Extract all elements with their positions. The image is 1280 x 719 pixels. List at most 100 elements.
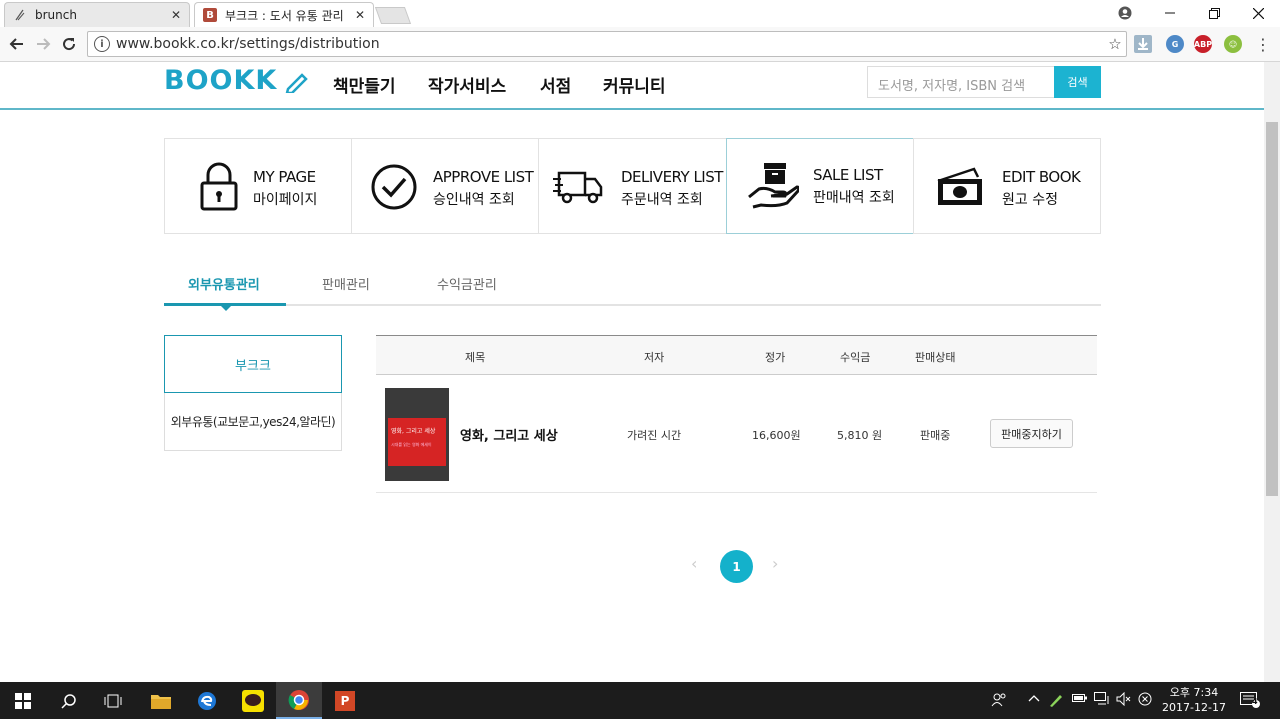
bookk-favicon: B	[203, 8, 217, 22]
close-window-icon[interactable]	[1238, 0, 1278, 26]
powerpoint-icon[interactable]: P	[322, 682, 368, 719]
check-circle-icon	[371, 164, 417, 210]
network-icon[interactable]	[1094, 692, 1110, 710]
download-icon[interactable]	[1134, 35, 1152, 53]
close-tab-icon[interactable]: ✕	[355, 8, 365, 22]
search-button[interactable]: 검색	[1054, 66, 1101, 98]
side-menu-bookk[interactable]: 부크크	[164, 335, 342, 393]
tab-revenue-management[interactable]: 수익금관리	[437, 274, 497, 293]
file-explorer-icon[interactable]	[138, 682, 184, 719]
search-input[interactable]: 도서명, 저자명, ISBN 검색	[867, 66, 1055, 98]
task-view-icon[interactable]	[90, 682, 136, 719]
pencil-icon	[285, 72, 308, 94]
address-bar[interactable]: i www.bookk.co.kr/settings/distribution …	[87, 31, 1127, 57]
menu-en-label: APPROVE LIST	[433, 168, 534, 186]
scrollbar-thumb[interactable]	[1266, 122, 1278, 496]
nav-author-service[interactable]: 작가서비스	[428, 72, 506, 97]
lock-icon	[200, 162, 238, 211]
brunch-favicon	[13, 8, 27, 22]
menu-ko-label: 주문내역 조회	[621, 192, 703, 208]
header-author: 저자	[644, 351, 665, 364]
people-icon[interactable]	[991, 692, 1007, 712]
book-title[interactable]: 영화, 그리고 세상	[460, 425, 558, 444]
table-row: 영화, 그리고 세상 시대를 읽는 영화 에세이 영화, 그리고 세상 가려진 …	[376, 375, 1097, 493]
close-tab-icon[interactable]: ✕	[171, 8, 181, 22]
clock-time: 오후 7:34	[1169, 686, 1219, 699]
taskbar-clock[interactable]: 오후 7:34 2017-12-17	[1158, 685, 1230, 715]
menu-delivery-list[interactable]: DELIVERY LIST 주문내역 조회	[538, 138, 727, 234]
search-icon[interactable]	[46, 682, 92, 719]
nav-make-book[interactable]: 책만들기	[333, 72, 396, 97]
tab-sales-management[interactable]: 판매관리	[322, 274, 370, 293]
truck-icon	[553, 171, 603, 204]
windows-taskbar: P 오후 7:34 2017-12-17 4	[0, 682, 1280, 719]
forward-arrow-icon[interactable]	[32, 33, 54, 55]
page-content: BOOKK 책만들기 작가서비스 서점 커뮤니티 도서명, 저자명, ISBN …	[0, 62, 1264, 682]
browser-tab-strip: brunch ✕ B 부크크 : 도서 유통 관리 ✕	[0, 0, 1280, 27]
prev-page-icon[interactable]: ‹	[691, 554, 697, 573]
new-tab-button[interactable]	[374, 7, 412, 24]
battery-icon[interactable]	[1072, 692, 1088, 708]
menu-approve-list[interactable]: APPROVE LIST 승인내역 조회	[351, 138, 539, 234]
profile-icon[interactable]	[1105, 0, 1145, 26]
tab-external-distribution[interactable]: 외부유통관리	[188, 274, 260, 293]
tab-bookk[interactable]: B 부크크 : 도서 유통 관리 ✕	[194, 2, 374, 27]
book-revenue: 5,810 원	[837, 429, 883, 442]
header-revenue: 수익금	[840, 351, 871, 364]
active-tab-caret-icon	[221, 306, 231, 311]
info-icon[interactable]: i	[94, 36, 110, 52]
stop-sale-button[interactable]: 판매중지하기	[990, 419, 1073, 448]
chevron-up-icon[interactable]	[1028, 692, 1040, 708]
page-1-button[interactable]: 1	[720, 550, 753, 583]
menu-my-page[interactable]: MY PAGE 마이페이지	[164, 138, 352, 234]
menu-en-label: DELIVERY LIST	[621, 168, 723, 186]
extension-globe-icon[interactable]: G	[1166, 35, 1184, 53]
browser-toolbar: i www.bookk.co.kr/settings/distribution …	[0, 27, 1280, 62]
next-page-icon[interactable]: ›	[772, 554, 778, 573]
chrome-menu-icon[interactable]: ⋮	[1252, 33, 1274, 55]
tab-brunch[interactable]: brunch ✕	[4, 2, 190, 27]
windows-start-icon[interactable]	[0, 682, 46, 719]
menu-ko-label: 판매내역 조회	[813, 190, 895, 206]
book-cover-image[interactable]: 영화, 그리고 세상 시대를 읽는 영화 에세이	[385, 388, 449, 481]
menu-en-label: EDIT BOOK	[1002, 168, 1081, 186]
header-price: 정가	[765, 351, 786, 364]
restore-icon[interactable]	[1194, 0, 1234, 26]
site-logo[interactable]: BOOKK	[164, 65, 310, 96]
nav-community[interactable]: 커뮤니티	[603, 72, 666, 97]
minimize-icon[interactable]	[1150, 0, 1190, 26]
logo-text: BOOKK	[164, 65, 278, 96]
table-header: 제목 저자 정가 수익금 판매상태	[376, 335, 1097, 375]
adblock-icon[interactable]: ABP	[1194, 35, 1212, 53]
tab-title: 부크크 : 도서 유통 관리	[225, 8, 344, 23]
money-icon	[937, 167, 982, 205]
sub-tab-bar: 외부유통관리 판매관리 수익금관리	[164, 262, 1101, 311]
edge-icon[interactable]	[184, 682, 230, 719]
nav-bookstore[interactable]: 서점	[540, 72, 571, 97]
menu-sale-list[interactable]: SALE LIST 판매내역 조회	[726, 138, 914, 234]
powerpoint-letter: P	[335, 690, 355, 711]
notification-center-icon[interactable]: 4	[1240, 692, 1260, 712]
menu-edit-book[interactable]: EDIT BOOK 원고 수정	[913, 138, 1101, 234]
tab-title: brunch	[35, 8, 77, 22]
kakaotalk-icon[interactable]	[230, 682, 276, 719]
side-menu-external[interactable]: 외부유통(교보문고,yes24,알라딘)	[164, 393, 342, 451]
pen-icon[interactable]	[1048, 692, 1064, 712]
vertical-scrollbar[interactable]	[1264, 62, 1280, 682]
bookmark-star-icon[interactable]: ☆	[1104, 35, 1126, 53]
volume-muted-icon[interactable]	[1116, 691, 1132, 710]
reload-icon[interactable]	[58, 33, 80, 55]
close-circle-icon[interactable]	[1138, 692, 1152, 710]
box-hand-icon	[748, 163, 799, 209]
menu-ko-label: 원고 수정	[1002, 192, 1058, 208]
chrome-taskbar-icon[interactable]	[276, 682, 322, 719]
menu-ko-label: 마이페이지	[253, 192, 318, 208]
clock-date: 2017-12-17	[1162, 701, 1226, 714]
book-status: 판매중	[920, 429, 951, 442]
notification-count: 4	[1252, 697, 1258, 706]
menu-en-label: MY PAGE	[253, 168, 316, 186]
extension-face-icon[interactable]: ☺	[1224, 35, 1242, 53]
site-header: BOOKK 책만들기 작가서비스 서점 커뮤니티 도서명, 저자명, ISBN …	[0, 62, 1264, 110]
back-arrow-icon[interactable]	[6, 33, 28, 55]
header-status: 판매상태	[915, 351, 956, 364]
